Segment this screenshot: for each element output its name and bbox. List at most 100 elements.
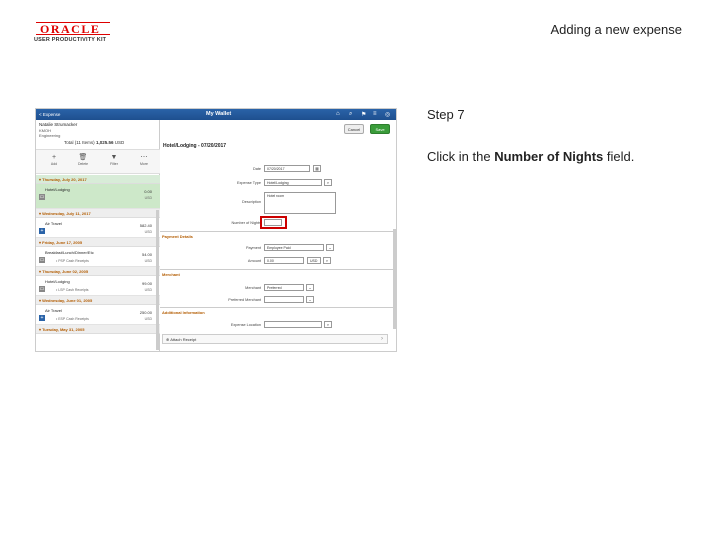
cancel-button[interactable]: Cancel: [344, 124, 364, 134]
back-to-expense-link[interactable]: < Expense: [39, 112, 60, 117]
app-title: My Wallet: [206, 111, 232, 117]
section-divider: [160, 307, 396, 308]
expense-currency: USD: [144, 259, 152, 263]
expense-source: • LSP Cash Receipts: [56, 288, 89, 292]
delete-button[interactable]: 🗑 Delete: [73, 153, 93, 166]
merchant-label: Merchant: [245, 286, 261, 290]
list-scrollbar[interactable]: [156, 210, 159, 350]
additional-info-heading: Additional Information: [162, 310, 205, 315]
list-toolbar: + Add 🗑 Delete ▼ Filter ⋯ More: [36, 149, 160, 174]
amount-label: Amount: [247, 259, 261, 263]
expense-location-field[interactable]: [264, 321, 322, 328]
user-department: Engineering: [39, 133, 61, 138]
instruction-text: Click in the Number of Nights field.: [427, 149, 634, 164]
click-target-highlight: [260, 216, 287, 229]
filter-button[interactable]: ▼ Filter: [104, 153, 124, 166]
flag-icon[interactable]: ⚑: [361, 111, 366, 118]
expense-row-selected[interactable]: Hotel/Lodging ▭ 0.00 USD: [36, 184, 160, 209]
expense-row[interactable]: Air Travel + • ESP Cash Receipts 250.00 …: [36, 305, 160, 325]
day-header[interactable]: ▾ Wednesday, June 01, 2005: [36, 296, 160, 305]
nav-icon[interactable]: ◎: [385, 111, 390, 118]
expense-type-icon: +: [39, 228, 45, 234]
slide-title: Adding a new expense: [550, 22, 682, 37]
currency-field[interactable]: USD: [307, 257, 321, 264]
description-field[interactable]: Hotel room: [264, 192, 336, 214]
chevron-down-icon[interactable]: ⌄: [306, 296, 314, 303]
home-icon[interactable]: ⌂: [336, 111, 340, 117]
payment-details-heading: Payment Details: [162, 234, 193, 239]
more-button[interactable]: ⋯ More: [134, 153, 154, 166]
expense-location-label: Expense Location: [230, 323, 261, 327]
expense-currency: USD: [144, 196, 152, 200]
number-of-nights-label: Number of Nights: [231, 221, 261, 225]
filter-label: Filter: [110, 162, 118, 166]
expense-currency: USD: [144, 288, 152, 292]
expense-amount: 0.00: [144, 189, 152, 194]
expense-type-label: Expense Type: [237, 181, 261, 185]
day-header[interactable]: ▾ Tuesday, May 31, 2005: [36, 325, 160, 334]
currency-lookup-icon[interactable]: ⌕: [323, 257, 331, 264]
menu-icon[interactable]: ≡: [373, 111, 377, 117]
expense-row[interactable]: Air Travel + 582.40 USD: [36, 218, 160, 238]
add-button[interactable]: + Add: [44, 153, 64, 166]
expense-amount: 99.00: [141, 281, 152, 286]
hotel-icon: ▭: [39, 286, 45, 292]
add-label: Add: [50, 162, 58, 166]
expense-source: • PSP Cash Receipts: [56, 259, 89, 263]
day-header[interactable]: ▾ Thursday, June 02, 2005: [36, 267, 160, 276]
amount-field[interactable]: 0.00: [264, 257, 304, 264]
date-label: Date: [252, 167, 261, 171]
total-label: Total (11 Items): [64, 140, 95, 145]
delete-label: Delete: [77, 162, 89, 166]
oracle-upk-logo: ORACLE USER PRODUCTIVITY KIT: [34, 22, 124, 43]
lookup-icon[interactable]: ⌕: [324, 179, 332, 186]
expense-currency: USD: [144, 230, 152, 234]
calendar-icon[interactable]: ▦: [313, 165, 321, 172]
meal-icon: ▭: [39, 257, 45, 263]
payment-select[interactable]: Employee Paid: [264, 244, 324, 251]
app-screenshot: < Expense My Wallet ⌂ ⌕ ⚑ ≡ ◎ Natalie St…: [35, 108, 397, 352]
day-header[interactable]: ▾ Friday, June 17, 2005: [36, 238, 160, 247]
upk-label: USER PRODUCTIVITY KIT: [34, 37, 107, 43]
expense-detail-pane: Cancel Save Hotel/Lodging - 07/20/2017 D…: [160, 120, 396, 351]
expense-list: ▾ Thursday, July 20, 2017 Hotel/Lodging …: [36, 175, 160, 334]
total-amount: 1,025.56: [95, 140, 114, 145]
instruction-prefix: Click in the: [427, 149, 495, 164]
chevron-right-icon: ›: [381, 336, 383, 342]
chevron-down-icon[interactable]: ⌄: [326, 244, 334, 251]
section-divider: [160, 269, 396, 270]
date-field[interactable]: 07/20/2017: [264, 165, 310, 172]
location-lookup-icon[interactable]: ⌕: [324, 321, 332, 328]
expense-row[interactable]: Breakfast/Lunch/Dinner/Etc ▭ • PSP Cash …: [36, 247, 160, 267]
step-label: Step 7: [427, 107, 465, 122]
expense-source: • ESP Cash Receipts: [56, 317, 89, 321]
expense-name: Air Travel: [45, 221, 62, 226]
expense-currency: USD: [144, 317, 152, 321]
app-header-bar: < Expense My Wallet ⌂ ⌕ ⚑ ≡ ◎: [36, 109, 396, 120]
instruction-field-name: Number of Nights: [494, 149, 604, 164]
save-button[interactable]: Save: [370, 124, 390, 134]
chevron-down-icon[interactable]: ⌄: [306, 284, 314, 291]
merchant-select[interactable]: Preferred: [264, 284, 304, 291]
detail-title: Hotel/Lodging - 07/20/2017: [163, 143, 227, 149]
user-name: Natalie Strumacker: [39, 122, 78, 127]
filter-icon: ▼: [110, 154, 118, 161]
detail-scrollbar[interactable]: [393, 229, 396, 329]
day-header[interactable]: ▾ Thursday, July 20, 2017: [36, 175, 160, 184]
expense-name: Air Travel: [45, 308, 62, 313]
expense-name: Breakfast/Lunch/Dinner/Etc: [45, 250, 94, 255]
attach-receipt-row[interactable]: ⊕ Attach Receipt ›: [162, 334, 388, 344]
expense-amount: 250.00: [139, 310, 152, 315]
expense-amount: 54.00: [141, 252, 152, 257]
more-icon: ⋯: [140, 154, 148, 161]
payment-label: Payment: [246, 246, 261, 250]
day-header[interactable]: ▾ Wednesday, July 11, 2017: [36, 209, 160, 218]
add-icon: +: [51, 154, 57, 161]
instruction-suffix: field.: [603, 149, 635, 164]
expense-row[interactable]: Hotel/Lodging ▭ • LSP Cash Receipts 99.0…: [36, 276, 160, 296]
expense-type-icon: +: [39, 315, 45, 321]
expense-type-field[interactable]: Hotel/Lodging: [264, 179, 322, 186]
search-icon[interactable]: ⌕: [349, 111, 352, 118]
preferred-merchant-select[interactable]: [264, 296, 304, 303]
more-label: More: [140, 162, 148, 166]
